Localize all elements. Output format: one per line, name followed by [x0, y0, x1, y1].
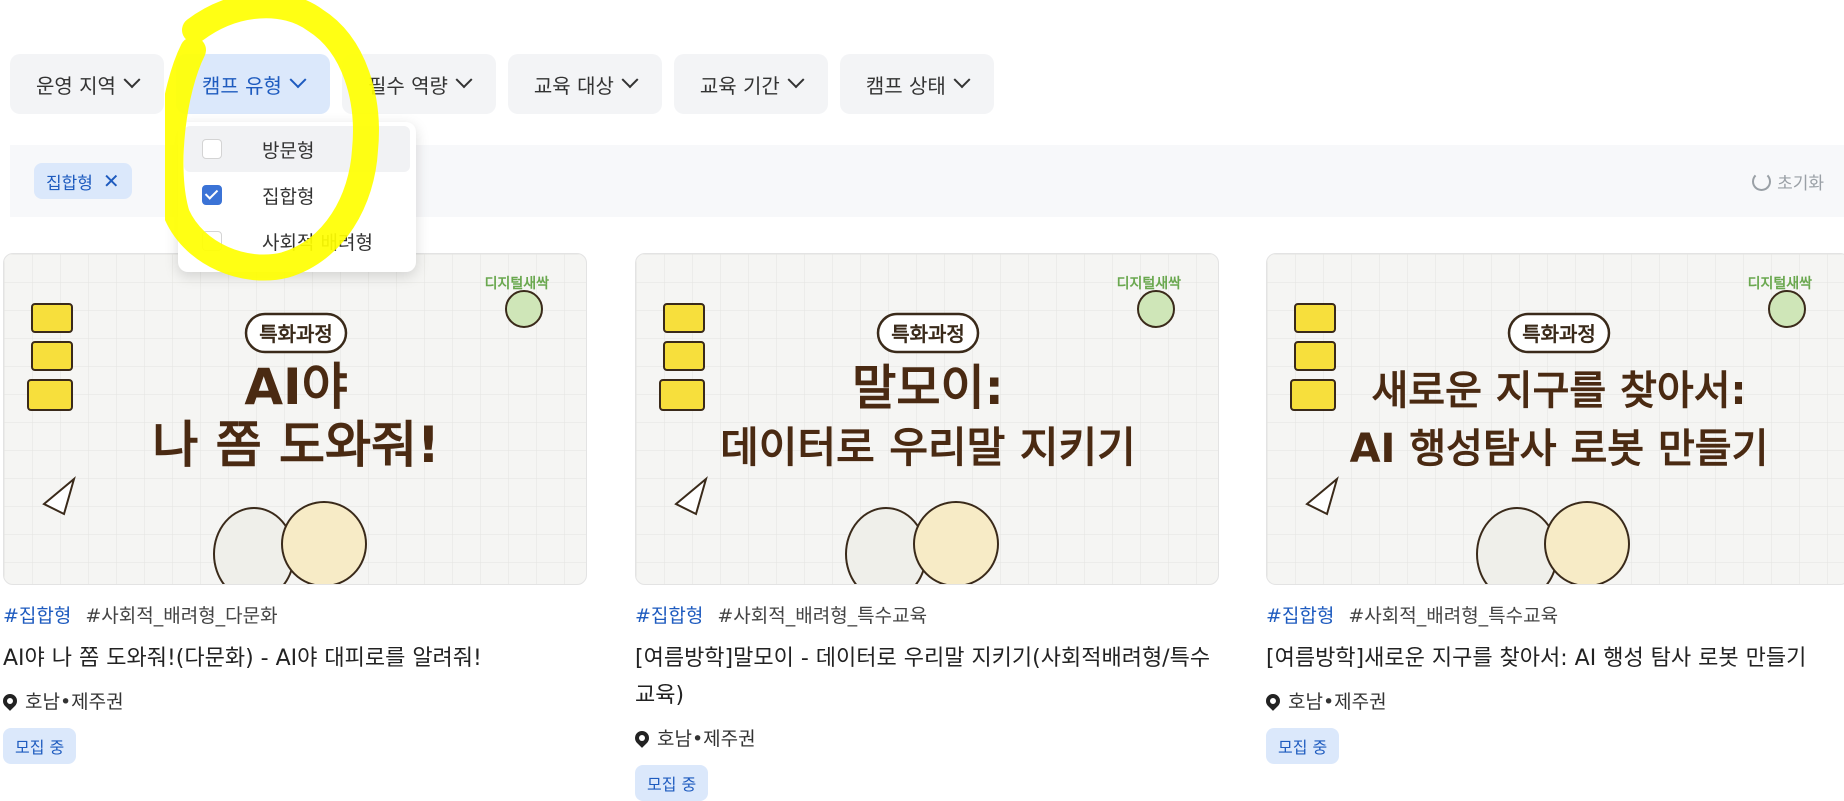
filter-target[interactable]: 교육 대상: [507, 54, 662, 114]
card-location: 호남•제주권: [1263, 687, 1844, 714]
location-pin-icon: [1263, 690, 1283, 711]
filter-bar: 운영 지역 캠프 유형 필수 역량 교육 대상 교육 기간 캠프 상태: [10, 54, 994, 114]
location-label: 호남•제주권: [1288, 691, 1387, 713]
option-visit-checkbox[interactable]: [202, 139, 222, 159]
tag-secondary[interactable]: #사회적_배려형_특수교육: [1348, 601, 1558, 628]
thumb-headline-1: 말모이:: [852, 360, 1004, 416]
filter-competency-label: 필수 역량: [367, 73, 448, 98]
filter-competency[interactable]: 필수 역량: [341, 54, 496, 114]
thumbnail-graphic: 특화과정 디지털새싹 새로운 지구를 찾아서: AI 행성탐사 로봇 만들기: [1267, 254, 1844, 584]
filter-period[interactable]: 교육 기간: [673, 54, 828, 114]
tag-primary[interactable]: #집합형: [3, 601, 71, 628]
chevron-down-icon: [123, 71, 141, 89]
close-icon[interactable]: ✕: [103, 169, 120, 193]
thumb-badge: 특화과정: [259, 322, 333, 346]
thumb-headline-2: 데이터로 우리말 지키기: [720, 423, 1136, 472]
filter-period-label: 교육 기간: [699, 73, 780, 98]
folder-icon: [659, 303, 705, 411]
camp-thumbnail[interactable]: 특화과정 디지털새싹 말모이: 데이터로 우리말 지키기: [635, 253, 1219, 585]
camp-card[interactable]: 특화과정 디지털새싹 AI야 나 쫌 도와줘! #집합형 #사회적_배려형_다문…: [0, 253, 587, 764]
location-pin-icon: [632, 727, 652, 748]
thumbnail-graphic: 특화과정 디지털새싹 말모이: 데이터로 우리말 지키기: [636, 254, 1218, 584]
option-social-label: 사회적 배려형: [262, 231, 373, 254]
tag-primary[interactable]: #집합형: [635, 601, 703, 628]
filter-region[interactable]: 운영 지역: [10, 54, 164, 114]
option-social-checkbox[interactable]: [202, 231, 222, 251]
camp-card[interactable]: 특화과정 디지털새싹 새로운 지구를 찾아서: AI 행성탐사 로봇 만들기 #…: [1263, 253, 1844, 764]
filter-camp-type[interactable]: 캠프 유형: [175, 54, 330, 114]
chevron-down-icon: [289, 71, 307, 89]
brand-logo: 디지털새싹: [485, 275, 550, 292]
tag-primary[interactable]: #집합형: [1266, 601, 1334, 628]
brand-logo: 디지털새싹: [1117, 275, 1182, 292]
thumb-headline-1: AI야: [244, 358, 347, 416]
option-social[interactable]: 사회적 배려형: [178, 218, 416, 264]
thumb-badge: 특화과정: [1522, 322, 1596, 346]
thumb-headline-1: 새로운 지구를 찾아서:: [1371, 368, 1746, 414]
option-group-checkbox[interactable]: [202, 185, 222, 205]
camp-thumbnail[interactable]: 특화과정 디지털새싹 새로운 지구를 찾아서: AI 행성탐사 로봇 만들기: [1266, 253, 1844, 585]
location-label: 호남•제주권: [25, 691, 124, 713]
status-badge: 모집 중: [635, 765, 709, 801]
thumb-headline-2: 나 쫌 도와줘!: [152, 416, 440, 474]
card-title[interactable]: AI야 나 쫌 도와줘!(다문화) - AI야 대피로를 알려줘!: [3, 640, 587, 677]
refresh-icon: [1752, 172, 1772, 191]
camp-type-dropdown: 방문형 집합형 사회적 배려형: [178, 122, 416, 272]
option-visit[interactable]: 방문형: [184, 126, 410, 172]
camp-card[interactable]: 특화과정 디지털새싹 말모이: 데이터로 우리말 지키기 #집합형 #사회적_배…: [632, 253, 1219, 801]
reset-label: 초기화: [1777, 174, 1824, 194]
camp-thumbnail[interactable]: 특화과정 디지털새싹 AI야 나 쫌 도와줘!: [3, 253, 587, 585]
thumb-headline-2: AI 행성탐사 로봇 만들기: [1350, 426, 1769, 472]
status-badge: 모집 중: [3, 728, 77, 764]
tag-secondary[interactable]: #사회적_배려형_다문화: [85, 601, 277, 628]
applied-tag-group[interactable]: 집합형 ✕: [34, 163, 132, 199]
chevron-down-icon: [455, 71, 473, 89]
brand-logo: 디지털새싹: [1748, 275, 1813, 292]
filter-region-label: 운영 지역: [36, 73, 116, 98]
option-visit-label: 방문형: [262, 139, 315, 162]
thumb-badge: 특화과정: [891, 322, 965, 346]
chevron-down-icon: [787, 71, 805, 89]
option-group[interactable]: 집합형: [178, 172, 416, 218]
card-tags: #집합형 #사회적_배려형_다문화: [3, 601, 587, 628]
filter-status-label: 캠프 상태: [865, 73, 946, 98]
card-tags: #집합형 #사회적_배려형_특수교육: [1266, 601, 1844, 628]
location-pin-icon: [0, 690, 20, 711]
status-badge: 모집 중: [1266, 728, 1340, 764]
chevron-down-icon: [621, 71, 639, 89]
applied-tag-label: 집합형: [46, 173, 93, 194]
filter-camp-type-label: 캠프 유형: [201, 73, 282, 98]
option-group-label: 집합형: [262, 185, 315, 208]
filter-status[interactable]: 캠프 상태: [839, 54, 994, 114]
card-tags: #집합형 #사회적_배려형_특수교육: [635, 601, 1219, 628]
reset-button[interactable]: 초기화: [1752, 169, 1824, 194]
card-title[interactable]: [여름방학]새로운 지구를 찾아서: AI 행성 탐사 로봇 만들기: [1266, 640, 1844, 677]
chevron-down-icon: [953, 71, 971, 89]
thumbnail-graphic: 특화과정 디지털새싹 AI야 나 쫌 도와줘!: [4, 254, 586, 584]
location-label: 호남•제주권: [657, 728, 756, 750]
card-location: 호남•제주권: [0, 687, 587, 714]
tag-secondary[interactable]: #사회적_배려형_특수교육: [717, 601, 927, 628]
card-location: 호남•제주권: [632, 724, 1219, 751]
card-title[interactable]: [여름방학]말모이 - 데이터로 우리말 지키기(사회적배려형/특수교육): [635, 640, 1219, 714]
folder-icon: [1290, 303, 1336, 411]
folder-icon: [27, 303, 73, 411]
filter-target-label: 교육 대상: [533, 73, 614, 98]
